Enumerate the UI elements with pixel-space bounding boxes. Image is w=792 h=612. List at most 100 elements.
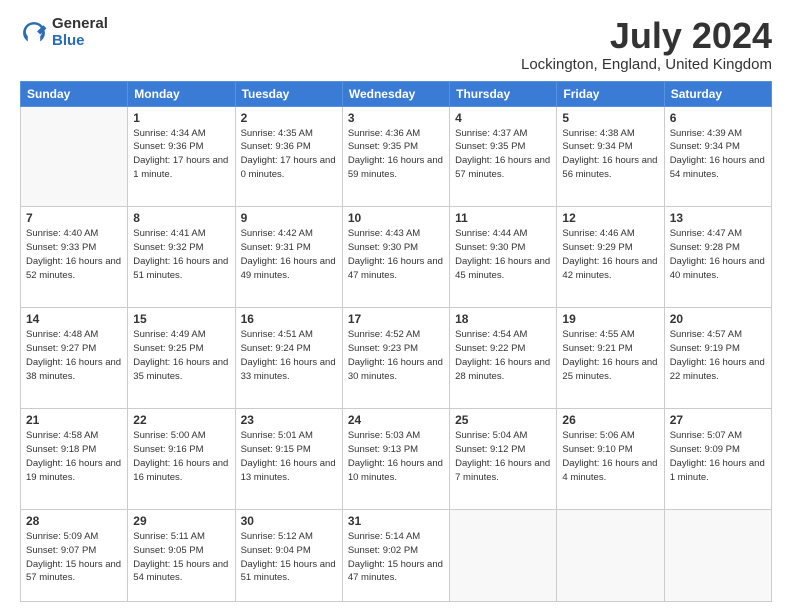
calendar-cell-w2-d7: 13Sunrise: 4:47 AM Sunset: 9:28 PM Dayli… — [664, 207, 771, 308]
day-info: Sunrise: 4:42 AM Sunset: 9:31 PM Dayligh… — [241, 227, 337, 282]
week-row-2: 7Sunrise: 4:40 AM Sunset: 9:33 PM Daylig… — [21, 207, 772, 308]
calendar-cell-w5-d2: 29 Sunrise: 5:11 AM Sunset: 9:05 PM Dayli… — [128, 510, 235, 602]
header-friday: Friday — [557, 81, 664, 106]
day-info: Sunrise: 4:41 AM Sunset: 9:32 PM Dayligh… — [133, 227, 229, 282]
calendar-cell-w1-d2: 1 Sunrise: 4:34 AM Sunset: 9:36 PM Daylig… — [128, 106, 235, 207]
day-info: Sunrise: 4:48 AM Sunset: 9:27 PM Dayligh… — [26, 328, 122, 383]
day-number: 22 — [133, 413, 229, 427]
day-number: 17 — [348, 312, 444, 326]
week-row-5: 28 Sunrise: 5:09 AM Sunset: 9:07 PM Dayli… — [21, 510, 772, 602]
day-number: 7 — [26, 211, 122, 225]
calendar-cell-w1-d6: 5 Sunrise: 4:38 AM Sunset: 9:34 PM Daylig… — [557, 106, 664, 207]
day-info: Sunrise: 4:39 AM Sunset: 9:34 PM Dayligh… — [670, 127, 766, 182]
day-number: 18 — [455, 312, 551, 326]
day-number: 31 — [348, 514, 444, 528]
day-number: 9 — [241, 211, 337, 225]
header-wednesday: Wednesday — [342, 81, 449, 106]
week-row-4: 21Sunrise: 4:58 AM Sunset: 9:18 PM Dayli… — [21, 409, 772, 510]
calendar-cell-w5-d7 — [664, 510, 771, 602]
day-number: 29 — [133, 514, 229, 528]
day-info: Sunrise: 4:36 AM Sunset: 9:35 PM Dayligh… — [348, 127, 444, 182]
day-number: 1 — [133, 111, 229, 125]
day-info: Sunrise: 5:09 AM Sunset: 9:07 PM Dayligh… — [26, 530, 122, 585]
week-row-3: 14 Sunrise: 4:48 AM Sunset: 9:27 PM Dayli… — [21, 308, 772, 409]
logo-general-text: General — [52, 16, 108, 33]
calendar-cell-w5-d5 — [450, 510, 557, 602]
day-info: Sunrise: 4:44 AM Sunset: 9:30 PM Dayligh… — [455, 227, 551, 282]
calendar-header-row: Sunday Monday Tuesday Wednesday Thursday… — [21, 81, 772, 106]
header-thursday: Thursday — [450, 81, 557, 106]
calendar-cell-w4-d6: 26Sunrise: 5:06 AM Sunset: 9:10 PM Dayli… — [557, 409, 664, 510]
calendar-cell-w1-d5: 4Sunrise: 4:37 AM Sunset: 9:35 PM Daylig… — [450, 106, 557, 207]
calendar-cell-w3-d4: 17 Sunrise: 4:52 AM Sunset: 9:23 PM Dayli… — [342, 308, 449, 409]
page: General Blue July 2024 Lockington, Engla… — [0, 0, 792, 612]
day-info: Sunrise: 4:51 AM Sunset: 9:24 PM Dayligh… — [241, 328, 337, 383]
calendar-cell-w1-d4: 3 Sunrise: 4:36 AM Sunset: 9:35 PM Daylig… — [342, 106, 449, 207]
day-number: 4 — [455, 111, 551, 125]
calendar-cell-w2-d6: 12 Sunrise: 4:46 AM Sunset: 9:29 PM Dayli… — [557, 207, 664, 308]
day-number: 30 — [241, 514, 337, 528]
day-number: 3 — [348, 111, 444, 125]
calendar-cell-w1-d7: 6 Sunrise: 4:39 AM Sunset: 9:34 PM Daylig… — [664, 106, 771, 207]
calendar-cell-w1-d3: 2 Sunrise: 4:35 AM Sunset: 9:36 PM Daylig… — [235, 106, 342, 207]
logo-text: General Blue — [52, 16, 108, 49]
day-number: 6 — [670, 111, 766, 125]
calendar-cell-w2-d3: 9 Sunrise: 4:42 AM Sunset: 9:31 PM Daylig… — [235, 207, 342, 308]
subtitle: Lockington, England, United Kingdom — [521, 56, 772, 73]
calendar-cell-w4-d2: 22 Sunrise: 5:00 AM Sunset: 9:16 PM Dayli… — [128, 409, 235, 510]
title-area: July 2024 Lockington, England, United Ki… — [521, 16, 772, 73]
week-row-1: 1 Sunrise: 4:34 AM Sunset: 9:36 PM Daylig… — [21, 106, 772, 207]
day-number: 5 — [562, 111, 658, 125]
day-number: 11 — [455, 211, 551, 225]
calendar-cell-w5-d1: 28 Sunrise: 5:09 AM Sunset: 9:07 PM Dayli… — [21, 510, 128, 602]
header-sunday: Sunday — [21, 81, 128, 106]
day-number: 12 — [562, 211, 658, 225]
calendar-cell-w2-d1: 7Sunrise: 4:40 AM Sunset: 9:33 PM Daylig… — [21, 207, 128, 308]
day-info: Sunrise: 5:00 AM Sunset: 9:16 PM Dayligh… — [133, 429, 229, 484]
day-info: Sunrise: 4:38 AM Sunset: 9:34 PM Dayligh… — [562, 127, 658, 182]
day-number: 20 — [670, 312, 766, 326]
calendar-cell-w4-d1: 21Sunrise: 4:58 AM Sunset: 9:18 PM Dayli… — [21, 409, 128, 510]
calendar-cell-w3-d2: 15Sunrise: 4:49 AM Sunset: 9:25 PM Dayli… — [128, 308, 235, 409]
day-info: Sunrise: 4:52 AM Sunset: 9:23 PM Dayligh… — [348, 328, 444, 383]
calendar-cell-w3-d1: 14 Sunrise: 4:48 AM Sunset: 9:27 PM Dayli… — [21, 308, 128, 409]
day-number: 24 — [348, 413, 444, 427]
day-info: Sunrise: 4:35 AM Sunset: 9:36 PM Dayligh… — [241, 127, 337, 182]
day-info: Sunrise: 5:04 AM Sunset: 9:12 PM Dayligh… — [455, 429, 551, 484]
calendar-cell-w5-d4: 31 Sunrise: 5:14 AM Sunset: 9:02 PM Dayli… — [342, 510, 449, 602]
day-number: 2 — [241, 111, 337, 125]
day-number: 13 — [670, 211, 766, 225]
day-number: 8 — [133, 211, 229, 225]
calendar-cell-w2-d5: 11 Sunrise: 4:44 AM Sunset: 9:30 PM Dayli… — [450, 207, 557, 308]
main-title: July 2024 — [521, 16, 772, 56]
header: General Blue July 2024 Lockington, Engla… — [20, 16, 772, 73]
day-info: Sunrise: 5:03 AM Sunset: 9:13 PM Dayligh… — [348, 429, 444, 484]
day-number: 25 — [455, 413, 551, 427]
day-info: Sunrise: 5:01 AM Sunset: 9:15 PM Dayligh… — [241, 429, 337, 484]
day-info: Sunrise: 4:34 AM Sunset: 9:36 PM Dayligh… — [133, 127, 229, 182]
logo-blue-text: Blue — [52, 33, 108, 50]
day-info: Sunrise: 4:46 AM Sunset: 9:29 PM Dayligh… — [562, 227, 658, 282]
calendar-cell-w3-d7: 20Sunrise: 4:57 AM Sunset: 9:19 PM Dayli… — [664, 308, 771, 409]
day-info: Sunrise: 5:14 AM Sunset: 9:02 PM Dayligh… — [348, 530, 444, 585]
header-tuesday: Tuesday — [235, 81, 342, 106]
calendar-cell-w4-d4: 24 Sunrise: 5:03 AM Sunset: 9:13 PM Dayli… — [342, 409, 449, 510]
day-number: 19 — [562, 312, 658, 326]
day-number: 28 — [26, 514, 122, 528]
day-info: Sunrise: 5:11 AM Sunset: 9:05 PM Dayligh… — [133, 530, 229, 585]
day-number: 14 — [26, 312, 122, 326]
calendar-cell-w2-d4: 10Sunrise: 4:43 AM Sunset: 9:30 PM Dayli… — [342, 207, 449, 308]
calendar-cell-w2-d2: 8 Sunrise: 4:41 AM Sunset: 9:32 PM Daylig… — [128, 207, 235, 308]
day-info: Sunrise: 4:54 AM Sunset: 9:22 PM Dayligh… — [455, 328, 551, 383]
logo: General Blue — [20, 16, 108, 49]
calendar-cell-w5-d3: 30Sunrise: 5:12 AM Sunset: 9:04 PM Dayli… — [235, 510, 342, 602]
calendar-cell-w3-d6: 19 Sunrise: 4:55 AM Sunset: 9:21 PM Dayli… — [557, 308, 664, 409]
day-number: 27 — [670, 413, 766, 427]
day-info: Sunrise: 4:55 AM Sunset: 9:21 PM Dayligh… — [562, 328, 658, 383]
calendar-table: Sunday Monday Tuesday Wednesday Thursday… — [20, 81, 772, 602]
logo-icon — [20, 19, 48, 47]
calendar-cell-w4-d7: 27Sunrise: 5:07 AM Sunset: 9:09 PM Dayli… — [664, 409, 771, 510]
calendar-cell-w1-d1 — [21, 106, 128, 207]
day-info: Sunrise: 5:06 AM Sunset: 9:10 PM Dayligh… — [562, 429, 658, 484]
header-monday: Monday — [128, 81, 235, 106]
